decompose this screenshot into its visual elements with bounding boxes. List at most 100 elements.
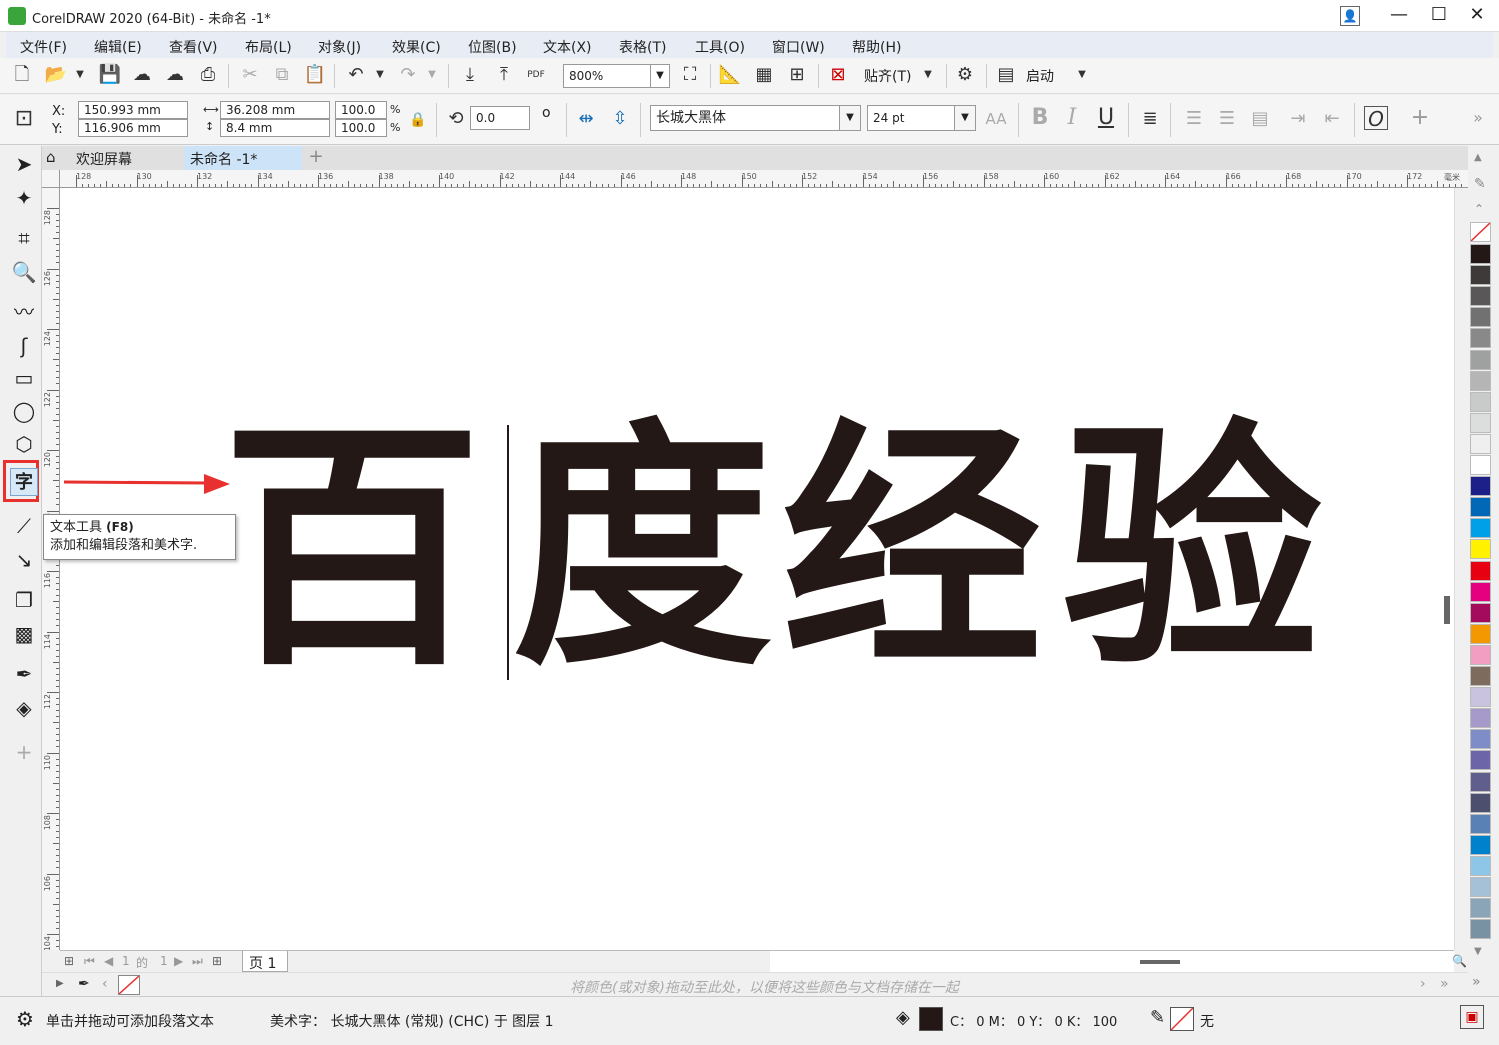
menu-bitmaps[interactable]: 位图(B) [468,37,517,57]
palette-swatch[interactable] [1470,349,1491,370]
drop-cap-icon[interactable]: ▤ [1248,107,1272,131]
object-origin-icon[interactable]: ⊡ [12,107,36,131]
palette-swatch[interactable] [1470,919,1491,940]
snap-off-icon[interactable]: ⊠ [826,63,850,87]
add-tool-icon[interactable]: + [10,738,38,766]
ruler-origin[interactable] [42,170,60,188]
status-settings-gear-icon[interactable]: ⚙ [16,1007,34,1031]
menu-window[interactable]: 窗口(W) [772,37,825,57]
cut-icon[interactable]: ✂ [238,63,262,87]
palette-swatch[interactable] [1470,412,1491,433]
palette-eyedropper-icon[interactable]: ✎ [1474,176,1486,192]
drop-shadow-tool-icon[interactable]: ❐ [10,586,38,614]
font-size-dropdown-icon[interactable]: ▼ [954,105,976,131]
shape-tool-icon[interactable]: ✦ [10,184,38,212]
palette-up-chevron-icon[interactable]: ⌃ [1474,202,1484,216]
palette-swatch[interactable] [1470,771,1491,792]
palette-swatch[interactable] [1470,855,1491,876]
palette-swatch[interactable] [1470,433,1491,454]
palette-swatch[interactable] [1470,813,1491,834]
palette-swatch[interactable] [1470,729,1491,750]
menu-tools[interactable]: 工具(O) [695,37,745,57]
text-alignment-icon[interactable]: ≣ [1138,107,1162,131]
palette-swatch[interactable] [1470,476,1491,497]
palette-swatch[interactable] [1470,877,1491,897]
minimize-button[interactable]: — [1382,4,1416,28]
overflow-chevron-icon[interactable]: » [1466,106,1490,130]
full-screen-icon[interactable]: ⛶ [678,63,702,87]
artistic-text-char[interactable]: 度 [512,420,772,680]
pick-tool-icon[interactable]: ➤ [10,150,38,178]
menu-object[interactable]: 对象(J) [318,37,361,57]
fill-color-swatch[interactable] [919,1007,943,1031]
next-page-icon[interactable]: ▶ [174,954,183,968]
application-launcher-icon[interactable]: ▤ [994,63,1018,87]
bullet-list-icon[interactable]: ☰ [1182,107,1206,131]
palette-swatch[interactable] [1470,455,1491,475]
export-icon[interactable]: ⤒ [492,63,516,87]
crop-tool-icon[interactable]: ⌗ [10,224,38,252]
drawing-canvas[interactable]: 百 度 经 验 [60,188,1454,950]
object-width-field[interactable]: 36.208 mm [220,101,330,119]
new-tab-icon[interactable]: + [304,146,328,170]
redo-icon[interactable]: ↷ [396,63,420,87]
palette-swatch[interactable] [1470,792,1491,813]
eyedropper-tool-icon[interactable]: ✒ [10,660,38,688]
decrease-indent-icon[interactable]: ⇤ [1320,107,1344,131]
zoom-tool-icon[interactable]: 🔍 [10,258,38,286]
vertical-scrollbar[interactable] [1454,188,1468,950]
vertical-ruler[interactable]: 128126124122120118116114112110108106104 [42,188,60,950]
palette-scroll-down-icon[interactable]: ▼ [1474,946,1482,957]
menu-text[interactable]: 文本(X) [543,37,592,57]
lock-ratio-icon[interactable]: 🔒 [406,108,430,132]
add-button-icon[interactable]: + [1408,106,1432,130]
doc-palette-arrow-icon[interactable]: ▶ [56,978,64,989]
doc-palette-eyedropper-icon[interactable]: ✒ [78,976,90,992]
palette-swatch[interactable] [1470,497,1491,518]
connector-tool-icon[interactable]: ↘ [10,546,38,574]
palette-swatch[interactable] [1470,750,1491,771]
chevron-down-icon[interactable]: ▼ [68,63,92,87]
horizontal-ruler[interactable]: 128 130 132 134 136 138 140 142 144 146 148 150 152 1… [42,170,1468,188]
fill-indicator-icon[interactable]: ◈ [896,1007,910,1028]
show-guidelines-icon[interactable]: ⊞ [785,63,809,87]
palette-swatch[interactable] [1470,708,1491,729]
palette-swatch[interactable] [1470,687,1491,708]
horizontal-scrollbar-thumb[interactable] [1140,960,1180,964]
numbered-list-icon[interactable]: ☰ [1215,107,1239,131]
palette-swatch[interactable] [1470,244,1491,264]
page-tab[interactable]: 页 1 [242,951,288,972]
export-pdf-icon[interactable]: PDF [524,63,548,87]
zoom-navigator-icon[interactable]: 🔍 [1452,954,1467,968]
doc-palette-next-icon[interactable]: › [1420,976,1426,992]
mirror-horizontal-icon[interactable]: ⇹ [574,107,598,131]
tab-document[interactable]: 未命名 -1* [184,146,302,170]
parallel-dimension-tool-icon[interactable]: ⟋ [10,512,38,540]
import-icon[interactable]: ⤓ [458,63,482,87]
rotation-icon[interactable]: ⟲ [444,107,468,131]
palette-scroll-up-icon[interactable]: ▲ [1474,152,1482,163]
mirror-vertical-icon[interactable]: ⇳ [608,107,632,131]
rectangle-tool-icon[interactable]: ▭ [10,364,38,392]
palette-swatch[interactable] [1470,307,1491,328]
color-proof-icon[interactable]: ▣ [1460,1005,1484,1029]
rotation-angle-field[interactable]: 0.0 [470,106,530,130]
text-tool-icon[interactable]: 字 [10,468,38,496]
menu-file[interactable]: 文件(F) [20,37,67,57]
interactive-fill-tool-icon[interactable]: ◈ [10,694,38,722]
cloud-upload-icon[interactable]: ☁ [163,63,187,87]
menu-layout[interactable]: 布局(L) [245,37,292,57]
palette-expand-icon[interactable]: » [1472,974,1481,990]
launch-label[interactable]: 启动 [1026,66,1054,86]
palette-swatch[interactable] [1470,623,1491,644]
snap-dropdown-icon[interactable]: ▼ [916,63,940,87]
ellipse-tool-icon[interactable]: ◯ [10,397,38,425]
scale-x-field[interactable]: 100.0 [335,101,387,119]
palette-swatch[interactable] [1470,644,1491,665]
doc-palette-no-color-swatch[interactable] [118,975,140,995]
options-gear-icon[interactable]: ⚙ [953,63,977,87]
font-family-field[interactable]: 长城大黑体 [650,105,840,131]
artistic-text-char[interactable]: 经 [782,420,1042,680]
font-size-field[interactable]: 24 pt [867,105,955,131]
palette-swatch[interactable] [1470,602,1491,623]
